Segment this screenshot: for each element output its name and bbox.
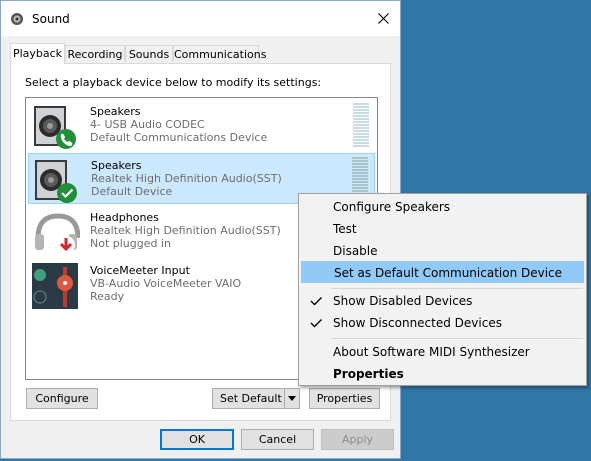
menu-item-show-disconnected[interactable]: Show Disconnected Devices (301, 312, 584, 334)
device-name: Speakers (91, 159, 142, 172)
sound-app-icon (11, 13, 23, 25)
device-status: Ready (90, 290, 125, 303)
menu-label: Show Disabled Devices (333, 294, 473, 308)
device-status: Default Communications Device (90, 131, 268, 144)
menu-item-set-default-communication[interactable]: Set as Default Communication Device (301, 261, 584, 283)
menu-item-disable[interactable]: Disable (301, 240, 584, 262)
configure-button[interactable]: Configure (26, 388, 98, 409)
device-driver: VB-Audio VoiceMeeter VAIO (90, 277, 242, 290)
cancel-label: Cancel (258, 433, 297, 446)
close-button[interactable] (366, 1, 400, 36)
menu-item-show-disabled[interactable]: Show Disabled Devices (301, 290, 584, 312)
check-badge-icon (57, 183, 77, 203)
voicemeeter-icon (32, 263, 78, 309)
device-name: Headphones (90, 211, 159, 224)
checkmark-icon (310, 297, 322, 306)
speaker-icon (34, 106, 76, 149)
menu-item-about-midi[interactable]: About Software MIDI Synthesizer (301, 341, 584, 363)
set-default-label: Set Default (220, 392, 282, 405)
tab-label: Playback (12, 47, 63, 60)
device-driver: Realtek High Definition Audio(SST) (90, 224, 281, 237)
menu-label: Set as Default Communication Device (334, 266, 563, 280)
device-driver: Realtek High Definition Audio(SST) (91, 172, 282, 185)
window-title: Sound (32, 12, 70, 26)
apply-label: Apply (341, 433, 374, 446)
device-status: Default Device (91, 185, 173, 198)
menu-label: Show Disconnected Devices (333, 316, 502, 330)
menu-item-properties[interactable]: Properties (301, 363, 584, 385)
set-default-button[interactable]: Set Default (212, 388, 300, 409)
apply-button[interactable]: Apply (321, 429, 394, 450)
menu-item-configure-speakers[interactable]: Configure Speakers (301, 196, 584, 218)
set-default-dropdown[interactable] (284, 389, 299, 408)
properties-button[interactable]: Properties (309, 388, 380, 409)
instruction-text: Select a playback device below to modify… (25, 76, 322, 89)
configure-label: Configure (35, 392, 89, 405)
checkmark-icon (310, 319, 322, 328)
menu-separator (331, 288, 583, 289)
tab-label: Sounds (128, 48, 170, 61)
device-driver: 4- USB Audio CODEC (90, 118, 205, 131)
device-status: Not plugged in (90, 237, 172, 250)
context-menu: Configure Speakers Test Disable Set as D… (298, 193, 587, 386)
ok-button[interactable]: OK (160, 429, 234, 450)
menu-separator (331, 338, 583, 339)
phone-badge-icon (56, 129, 76, 149)
menu-label: About Software MIDI Synthesizer (333, 345, 530, 359)
device-name: Speakers (90, 105, 141, 118)
device-name: VoiceMeeter Input (90, 264, 190, 277)
menu-label: Properties (333, 367, 404, 381)
menu-item-test[interactable]: Test (301, 218, 584, 240)
menu-label: Configure Speakers (333, 200, 451, 214)
tab-label: Communications (174, 48, 267, 61)
tab-playback[interactable]: Playback (10, 43, 65, 64)
menu-label: Disable (333, 244, 378, 258)
menu-label: Test (333, 222, 357, 236)
caret-down-icon (288, 396, 296, 401)
level-meter (353, 103, 369, 148)
tab-recording[interactable]: Recording (65, 45, 125, 62)
tab-label: Recording (67, 48, 123, 61)
speaker-icon (35, 160, 77, 203)
device-item-speakers-usb[interactable]: Speakers 4- USB Audio CODEC Default Comm… (28, 100, 375, 151)
ok-label: OK (189, 433, 205, 446)
tab-communications[interactable]: Communications (173, 45, 266, 62)
cancel-button[interactable]: Cancel (241, 429, 314, 450)
properties-label: Properties (316, 392, 373, 405)
headphones-icon (35, 213, 80, 254)
title-bar[interactable]: Sound (1, 1, 400, 36)
tab-sounds[interactable]: Sounds (125, 45, 173, 62)
down-arrow-badge-icon (57, 236, 75, 254)
close-icon (377, 13, 389, 24)
